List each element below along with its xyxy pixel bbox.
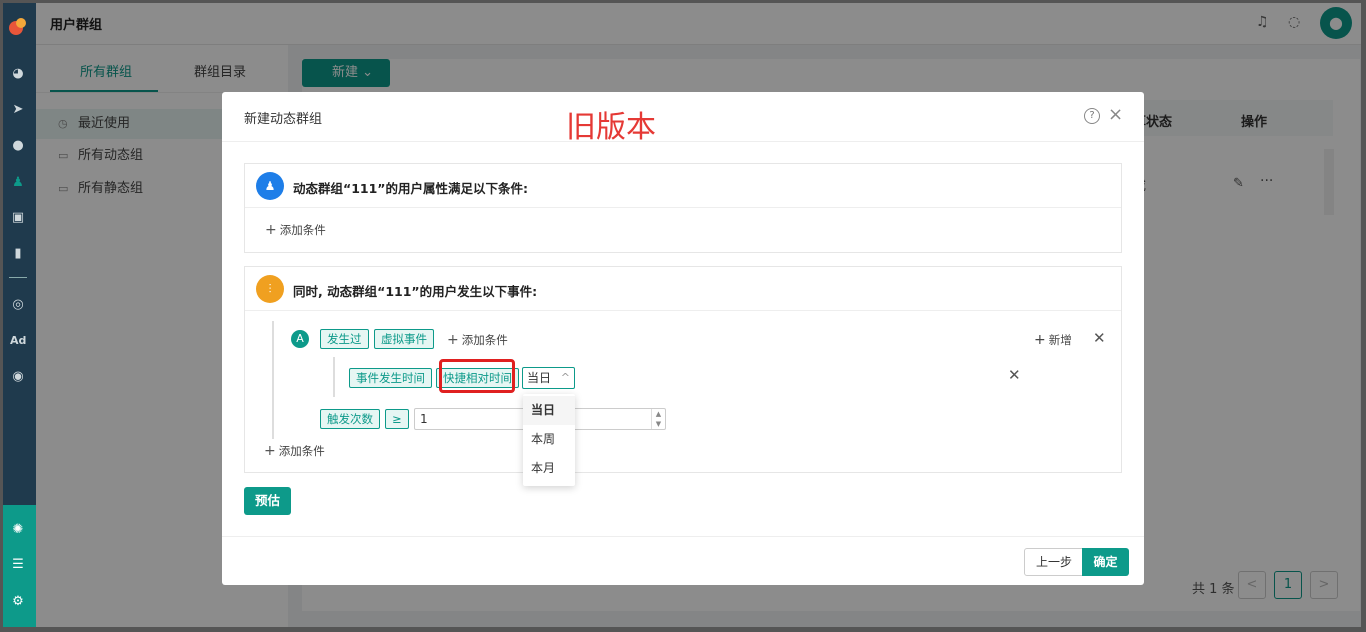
- dialog-header: 新建动态群组 旧版本 ? ×: [222, 92, 1144, 145]
- trigger-count-value: 1: [420, 412, 428, 426]
- option-today[interactable]: 当日: [523, 396, 575, 425]
- user-attribute-icon: ♟: [256, 172, 284, 200]
- virtual-event-tag[interactable]: 虚拟事件: [374, 329, 434, 349]
- option-this-week[interactable]: 本周: [523, 425, 575, 454]
- ad-icon[interactable]: Ad: [10, 333, 26, 349]
- compass-icon[interactable]: ◉: [10, 369, 26, 385]
- nav-divider: [9, 277, 27, 278]
- help-icon[interactable]: ?: [1084, 108, 1100, 124]
- close-icon[interactable]: ×: [1108, 105, 1123, 125]
- left-nav: ◕ ➤ ● ♟ ▣ ▮ ◎ Ad ◉ ✺ ☰ ⚙: [0, 0, 36, 632]
- remove-event-icon[interactable]: ✕: [1093, 329, 1106, 347]
- add-new-label: 新增: [1048, 333, 1072, 347]
- user-group-icon[interactable]: ♟: [10, 175, 26, 191]
- plus-icon: +: [1034, 332, 1046, 348]
- confirm-button[interactable]: 确定: [1082, 548, 1129, 576]
- nav-bottom-area: ✺ ☰ ⚙: [0, 505, 36, 632]
- plus-icon: +: [265, 222, 277, 238]
- add-condition-label: 添加条件: [461, 333, 508, 347]
- event-label-badge: A: [291, 330, 309, 348]
- settings-gear-icon[interactable]: ⚙: [10, 594, 26, 610]
- trigger-count-tag[interactable]: 触发次数: [320, 409, 380, 429]
- section-header: ⫶ 同时, 动态群组“111”的用户发生以下事件:: [245, 267, 1121, 311]
- dialog-footer: 上一步 确定: [222, 536, 1144, 585]
- remove-condition-icon[interactable]: ✕: [1008, 366, 1021, 384]
- add-condition-bottom-button[interactable]: + 添加条件: [264, 443, 325, 459]
- dialog-title: 新建动态群组: [244, 112, 323, 127]
- network-icon[interactable]: ✺: [10, 522, 26, 538]
- add-event-condition-button[interactable]: + 添加条件: [447, 332, 508, 348]
- send-icon[interactable]: ➤: [10, 102, 26, 118]
- number-stepper[interactable]: ▲ ▼: [651, 409, 665, 429]
- add-condition-label: 添加条件: [278, 444, 325, 458]
- occurred-tag[interactable]: 发生过: [320, 329, 369, 349]
- profile-card-icon[interactable]: ▣: [10, 210, 26, 226]
- server-icon[interactable]: ☰: [10, 557, 26, 573]
- add-new-event-button[interactable]: + 新增: [1034, 332, 1072, 348]
- new-dynamic-group-dialog: 新建动态群组 旧版本 ? × ♟ 动态群组“111”的用户属性满足以下条件: +…: [222, 92, 1144, 585]
- event-time-tag[interactable]: 事件发生时间: [349, 368, 432, 388]
- plus-icon: +: [447, 332, 459, 348]
- time-range-value: 当日: [527, 371, 552, 385]
- time-range-select[interactable]: 当日 ^: [522, 367, 575, 389]
- section-title: 同时, 动态群组“111”的用户发生以下事件:: [293, 284, 538, 299]
- previous-step-button[interactable]: 上一步: [1024, 548, 1084, 576]
- add-condition-button[interactable]: + 添加条件: [265, 222, 326, 238]
- add-condition-label: 添加条件: [279, 223, 326, 237]
- event-group-line: [272, 321, 274, 439]
- user-attribute-section: ♟ 动态群组“111”的用户属性满足以下条件: + 添加条件: [244, 163, 1122, 253]
- condition-line: [333, 357, 335, 397]
- highlight-box: [439, 359, 515, 393]
- user-icon[interactable]: ●: [10, 138, 26, 154]
- section-title: 动态群组“111”的用户属性满足以下条件:: [293, 181, 529, 196]
- wechat-icon[interactable]: ◎: [10, 297, 26, 313]
- chevron-up-icon: ^: [560, 371, 570, 384]
- option-this-month[interactable]: 本月: [523, 454, 575, 483]
- estimate-button[interactable]: 预估: [244, 487, 291, 515]
- time-range-dropdown: 当日 本周 本月: [523, 394, 575, 486]
- event-sliders-icon: ⫶: [256, 275, 284, 303]
- operator-tag[interactable]: ≥: [385, 409, 409, 429]
- plus-icon: +: [264, 443, 276, 459]
- old-version-annotation: 旧版本: [566, 110, 656, 145]
- app-logo-icon: [9, 18, 26, 35]
- dashboard-icon[interactable]: ◕: [10, 66, 26, 82]
- section-header: ♟ 动态群组“111”的用户属性满足以下条件:: [245, 164, 1121, 208]
- bar-chart-icon[interactable]: ▮: [10, 246, 26, 262]
